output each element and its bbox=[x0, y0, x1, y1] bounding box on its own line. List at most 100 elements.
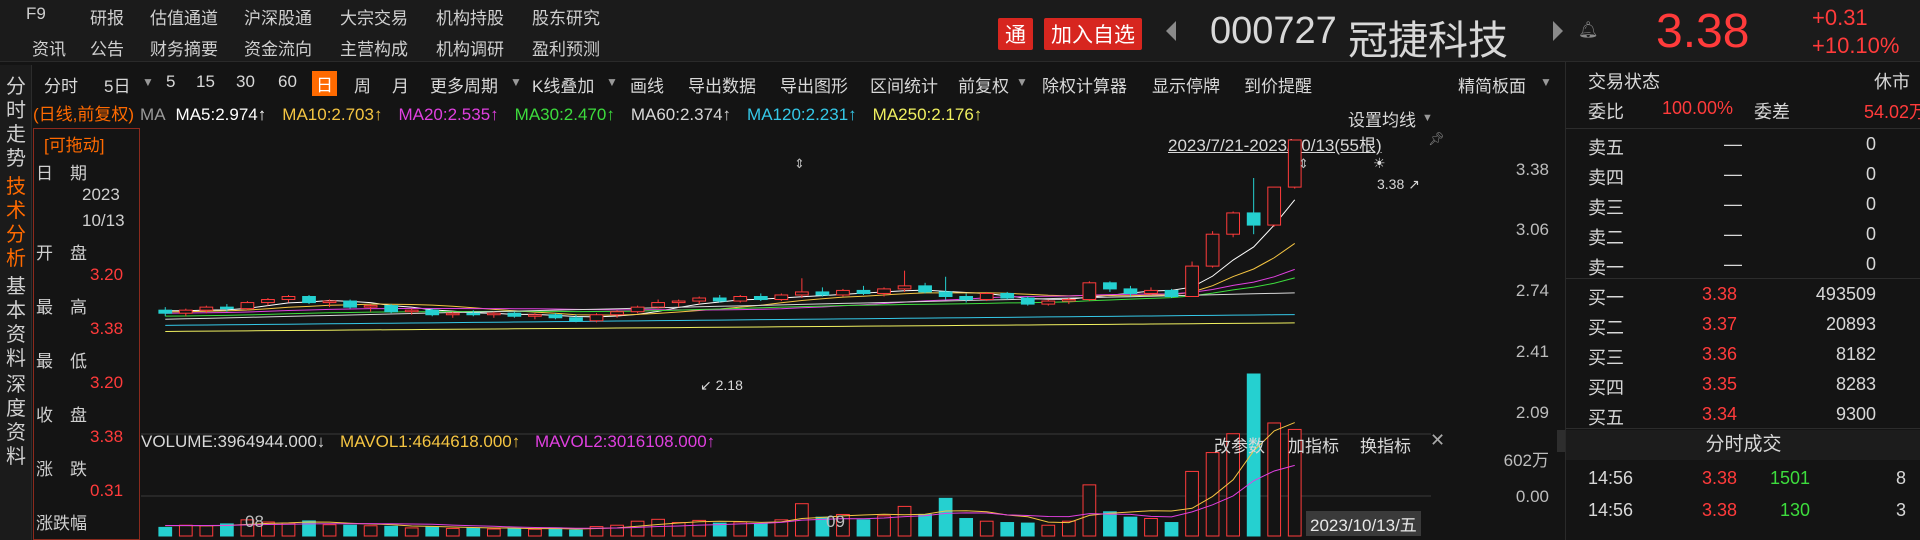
volume-bar bbox=[1082, 484, 1097, 537]
nav-shareholder[interactable]: 股东研究 bbox=[532, 4, 600, 29]
ask-label: 卖一 bbox=[1588, 258, 1624, 278]
ask-price: — bbox=[1724, 164, 1742, 184]
candle-info-box[interactable]: [可拖动] 日 期 2023 10/13 开 盘 3.20 最 高 3.38 最… bbox=[33, 128, 140, 540]
chevron-down-icon[interactable]: ▼ bbox=[510, 75, 522, 89]
draw-line-button[interactable]: 画线 bbox=[630, 72, 664, 97]
nav-hk-connect[interactable]: 沪深股通 bbox=[244, 4, 312, 29]
kline-overlay-button[interactable]: K线叠加 bbox=[532, 72, 594, 97]
volume-tick-bottom: 0.00 bbox=[1515, 487, 1549, 506]
tab-deep-info[interactable]: 深度资料 bbox=[0, 373, 32, 469]
ask-row[interactable]: 卖二 — 0 bbox=[1574, 224, 1914, 252]
volume-bar bbox=[343, 524, 357, 537]
period-5m[interactable]: 5 bbox=[166, 72, 175, 92]
nav-news[interactable]: 资讯 bbox=[32, 35, 66, 60]
period-60m[interactable]: 60 bbox=[278, 72, 297, 92]
tick-volume: 1501 bbox=[1769, 468, 1810, 488]
export-chart-button[interactable]: 导出图形 bbox=[780, 72, 848, 97]
swap-indicator-button[interactable]: 换指标 bbox=[1360, 432, 1411, 457]
show-suspend-button[interactable]: 显示停牌 bbox=[1152, 72, 1220, 97]
period-intraday[interactable]: 分时 bbox=[44, 72, 78, 97]
candle-body bbox=[918, 285, 932, 293]
event-marker-icon[interactable]: ⇕ bbox=[794, 156, 805, 172]
nav-announce[interactable]: 公告 bbox=[90, 35, 124, 60]
date-label: 日 期 bbox=[36, 164, 87, 183]
nav-business[interactable]: 主营构成 bbox=[340, 35, 408, 60]
tick-time: 14:56 bbox=[1588, 500, 1634, 520]
candle-body bbox=[281, 295, 296, 301]
next-stock-icon[interactable] bbox=[1553, 21, 1563, 41]
bid-row[interactable]: 买一 3.38 493509 bbox=[1574, 284, 1914, 312]
price-alert-button[interactable]: 到价提醒 bbox=[1244, 72, 1312, 97]
chevron-down-icon[interactable]: ▼ bbox=[142, 75, 154, 89]
nav-inst-survey[interactable]: 机构调研 bbox=[436, 35, 504, 60]
nav-f9[interactable]: F9 bbox=[26, 4, 46, 24]
sun-icon[interactable]: ☀ bbox=[1373, 155, 1386, 172]
candle-body bbox=[1185, 265, 1199, 297]
bid-volume: 20893 bbox=[1825, 314, 1876, 334]
candle-body bbox=[528, 314, 542, 317]
period-15m[interactable]: 15 bbox=[196, 72, 215, 92]
period-day[interactable]: 日 bbox=[312, 71, 337, 96]
ask-price: — bbox=[1724, 194, 1742, 214]
ask-price: — bbox=[1724, 134, 1742, 154]
candle-body bbox=[1082, 282, 1097, 301]
forward-adjust-button[interactable]: 前复权 bbox=[958, 72, 1009, 97]
ma-item: MA5:2.974↑ bbox=[175, 105, 267, 124]
tab-basic-info[interactable]: 基本资料 bbox=[0, 275, 32, 371]
change-param-button[interactable]: 改参数 bbox=[1214, 432, 1265, 457]
ask-row[interactable]: 卖五 — 0 bbox=[1574, 134, 1914, 162]
period-week[interactable]: 周 bbox=[354, 72, 371, 97]
bid-row[interactable]: 买四 3.35 8283 bbox=[1574, 374, 1914, 402]
ask-row[interactable]: 卖三 — 0 bbox=[1574, 194, 1914, 222]
panel-collapse-handle[interactable] bbox=[1557, 430, 1565, 452]
chg-value: 0.31 bbox=[90, 481, 124, 500]
candle-body bbox=[856, 289, 871, 294]
trade-status-label: 交易状态 bbox=[1588, 72, 1660, 92]
period-30m[interactable]: 30 bbox=[236, 72, 255, 92]
chg-label: 涨 跌 bbox=[36, 460, 87, 479]
tick-count: 8 bbox=[1895, 468, 1906, 488]
more-periods-button[interactable]: 更多周期 bbox=[430, 72, 498, 97]
event-marker-icon[interactable]: ⇕ bbox=[1298, 156, 1309, 172]
ticks-title[interactable]: 分时成交 bbox=[1566, 430, 1920, 460]
volume-bar bbox=[404, 527, 419, 537]
tick-price: 3.38 bbox=[1702, 500, 1738, 520]
candle-body bbox=[507, 312, 522, 317]
tab-deep-info-label: 深度资料 bbox=[6, 374, 26, 468]
volume-bar bbox=[528, 528, 542, 537]
nav-inst-holding[interactable]: 机构持股 bbox=[436, 4, 504, 29]
candle-body bbox=[795, 291, 809, 296]
bid-row[interactable]: 买三 3.36 8182 bbox=[1574, 344, 1914, 372]
period-month[interactable]: 月 bbox=[392, 72, 409, 97]
volume-bar bbox=[1267, 422, 1282, 537]
candle-body bbox=[240, 302, 255, 310]
bid-label: 买五 bbox=[1588, 408, 1624, 428]
prev-stock-icon[interactable] bbox=[1166, 21, 1176, 41]
bid-row[interactable]: 买二 3.37 20893 bbox=[1574, 314, 1914, 342]
simple-panel-button[interactable]: 精简板面 bbox=[1458, 72, 1526, 97]
ask-row[interactable]: 卖四 — 0 bbox=[1574, 164, 1914, 192]
period-5day[interactable]: 5日 bbox=[104, 72, 130, 97]
bell-icon[interactable]: 🔔︎ bbox=[1578, 20, 1598, 40]
range-stats-button[interactable]: 区间统计 bbox=[870, 72, 938, 97]
nav-finance[interactable]: 财务摘要 bbox=[150, 35, 218, 60]
add-watchlist-button[interactable]: 加入自选 bbox=[1044, 18, 1142, 50]
nav-research[interactable]: 研报 bbox=[90, 4, 124, 29]
tick-row[interactable]: 14:56 3.38 130 3 bbox=[1574, 500, 1914, 528]
add-indicator-button[interactable]: 加指标 bbox=[1288, 432, 1339, 457]
bid-price: 3.34 bbox=[1702, 404, 1738, 424]
chevron-down-icon[interactable]: ▼ bbox=[606, 75, 618, 89]
nav-fund-flow[interactable]: 资金流向 bbox=[244, 35, 312, 60]
tong-badge[interactable]: 通 bbox=[998, 18, 1033, 50]
candle-body bbox=[548, 314, 563, 319]
export-data-button[interactable]: 导出数据 bbox=[688, 72, 756, 97]
nav-forecast[interactable]: 盈利预测 bbox=[532, 35, 600, 60]
nav-valuation[interactable]: 估值通道 bbox=[150, 4, 218, 29]
nav-block-trade[interactable]: 大宗交易 bbox=[340, 4, 408, 29]
tab-technical[interactable]: 技术分析 bbox=[0, 175, 32, 271]
exright-calc-button[interactable]: 除权计算器 bbox=[1042, 72, 1127, 97]
kline-chart[interactable] bbox=[141, 124, 1431, 540]
chevron-down-icon[interactable]: ▼ bbox=[1016, 75, 1028, 89]
tick-row[interactable]: 14:56 3.38 1501 8 bbox=[1574, 468, 1914, 496]
chevron-down-icon[interactable]: ▼ bbox=[1540, 75, 1552, 89]
